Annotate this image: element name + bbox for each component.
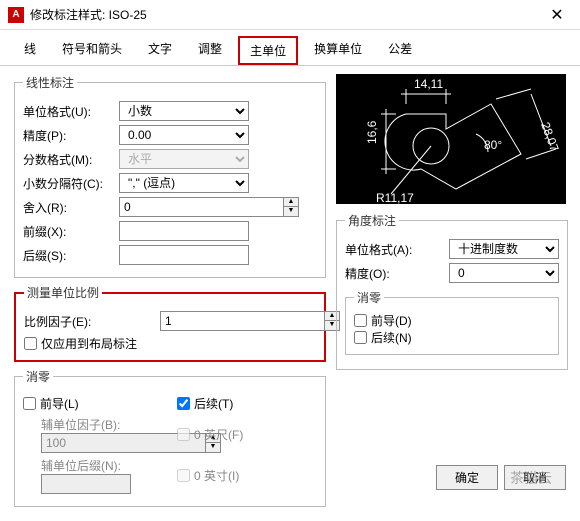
scale-group: 测量单位比例 比例因子(E): ▲▼ 仅应用到布局标注 bbox=[14, 284, 326, 362]
round-label: 舍入(R): bbox=[23, 199, 115, 216]
tab-tolerance[interactable]: 公差 bbox=[378, 36, 422, 65]
ang-unit-select[interactable]: 十进制度数 bbox=[449, 239, 559, 259]
svg-text:16,6: 16,6 bbox=[365, 120, 379, 144]
cancel-button[interactable]: 取消 bbox=[504, 465, 566, 490]
scale-legend: 测量单位比例 bbox=[24, 284, 102, 301]
tab-text[interactable]: 文字 bbox=[138, 36, 182, 65]
dimension-preview: 14,11 16,6 28,07 R11,17 80° bbox=[336, 74, 566, 204]
svg-text:28,07: 28,07 bbox=[538, 120, 562, 153]
inch-checkbox: 0 英寸(I) bbox=[177, 467, 239, 484]
angular-legend: 角度标注 bbox=[345, 212, 399, 229]
layout-only-label: 仅应用到布局标注 bbox=[41, 335, 137, 352]
tab-line[interactable]: 线 bbox=[14, 36, 46, 65]
feet-input bbox=[177, 428, 190, 441]
leading-checkbox[interactable]: 前导(L) bbox=[23, 395, 173, 412]
prefix-input[interactable] bbox=[119, 221, 249, 241]
aux-factor-spinner: ▲▼ bbox=[41, 433, 131, 453]
close-icon[interactable]: ✕ bbox=[542, 5, 572, 25]
decimal-sep-select[interactable]: "," (逗点) bbox=[119, 173, 249, 193]
app-icon: A bbox=[8, 7, 24, 23]
linear-group: 线性标注 单位格式(U): 小数 精度(P): 0.00 分数格式(M): 水平… bbox=[14, 74, 326, 278]
svg-text:14,11: 14,11 bbox=[414, 77, 443, 91]
feet-label: 0 英尺(F) bbox=[194, 426, 243, 443]
zero-suppress-group: 消零 前导(L) 后续(T) 辅单位因子(B): ▲▼ bbox=[14, 368, 326, 507]
round-input[interactable] bbox=[119, 197, 283, 217]
scale-factor-input[interactable] bbox=[160, 311, 324, 331]
prefix-label: 前缀(X): bbox=[23, 223, 115, 240]
trailing-input[interactable] bbox=[177, 397, 190, 410]
aux-suffix-label: 辅单位后缀(N): bbox=[41, 457, 173, 474]
svg-text:80°: 80° bbox=[484, 138, 502, 152]
ang-leading-input[interactable] bbox=[354, 314, 367, 327]
ang-trailing-input[interactable] bbox=[354, 331, 367, 344]
spin-down-icon[interactable]: ▼ bbox=[284, 207, 298, 216]
fraction-label: 分数格式(M): bbox=[23, 151, 115, 168]
suffix-label: 后缀(S): bbox=[23, 247, 115, 264]
ang-leading-checkbox[interactable]: 前导(D) bbox=[354, 312, 550, 329]
tab-symbols[interactable]: 符号和箭头 bbox=[52, 36, 132, 65]
leading-label: 前导(L) bbox=[40, 395, 79, 412]
layout-only-checkbox[interactable]: 仅应用到布局标注 bbox=[24, 335, 316, 352]
ang-zero-group: 消零 前导(D) 后续(N) bbox=[345, 289, 559, 355]
ok-button[interactable]: 确定 bbox=[436, 465, 498, 490]
feet-checkbox: 0 英尺(F) bbox=[177, 426, 243, 443]
ang-trailing-label: 后续(N) bbox=[371, 329, 412, 346]
ang-precision-label: 精度(O): bbox=[345, 265, 445, 282]
aux-factor-label: 辅单位因子(B): bbox=[41, 416, 173, 433]
tab-bar: 线 符号和箭头 文字 调整 主单位 换算单位 公差 bbox=[0, 30, 580, 66]
decimal-sep-label: 小数分隔符(C): bbox=[23, 175, 115, 192]
trailing-checkbox[interactable]: 后续(T) bbox=[177, 395, 233, 412]
ang-precision-select[interactable]: 0 bbox=[449, 263, 559, 283]
zero-legend: 消零 bbox=[23, 368, 53, 385]
fraction-select: 水平 bbox=[119, 149, 249, 169]
round-spinner[interactable]: ▲▼ bbox=[119, 197, 209, 217]
tab-primary-units[interactable]: 主单位 bbox=[238, 36, 298, 65]
inch-input bbox=[177, 469, 190, 482]
leading-input[interactable] bbox=[23, 397, 36, 410]
ang-leading-label: 前导(D) bbox=[371, 312, 412, 329]
ang-zero-legend: 消零 bbox=[354, 289, 384, 306]
angular-group: 角度标注 单位格式(A): 十进制度数 精度(O): 0 消零 前导(D) 后续… bbox=[336, 212, 568, 370]
unit-format-label: 单位格式(U): bbox=[23, 103, 115, 120]
layout-only-input[interactable] bbox=[24, 337, 37, 350]
scale-factor-label: 比例因子(E): bbox=[24, 313, 116, 330]
tab-fit[interactable]: 调整 bbox=[188, 36, 232, 65]
suffix-input[interactable] bbox=[119, 245, 249, 265]
tab-alt-units[interactable]: 换算单位 bbox=[304, 36, 372, 65]
linear-legend: 线性标注 bbox=[23, 74, 77, 91]
spin-down-icon: ▼ bbox=[206, 443, 220, 452]
spin-up-icon[interactable]: ▲ bbox=[284, 198, 298, 207]
unit-format-select[interactable]: 小数 bbox=[119, 101, 249, 121]
trailing-label: 后续(T) bbox=[194, 395, 233, 412]
ang-unit-label: 单位格式(A): bbox=[345, 241, 445, 258]
aux-suffix-input bbox=[41, 474, 131, 494]
window-title: 修改标注样式: ISO-25 bbox=[30, 6, 542, 23]
ang-trailing-checkbox[interactable]: 后续(N) bbox=[354, 329, 550, 346]
precision-label: 精度(P): bbox=[23, 127, 115, 144]
inch-label: 0 英寸(I) bbox=[194, 467, 239, 484]
precision-select[interactable]: 0.00 bbox=[119, 125, 249, 145]
scale-factor-spinner[interactable]: ▲▼ bbox=[160, 311, 250, 331]
svg-text:R11,17: R11,17 bbox=[376, 191, 414, 204]
